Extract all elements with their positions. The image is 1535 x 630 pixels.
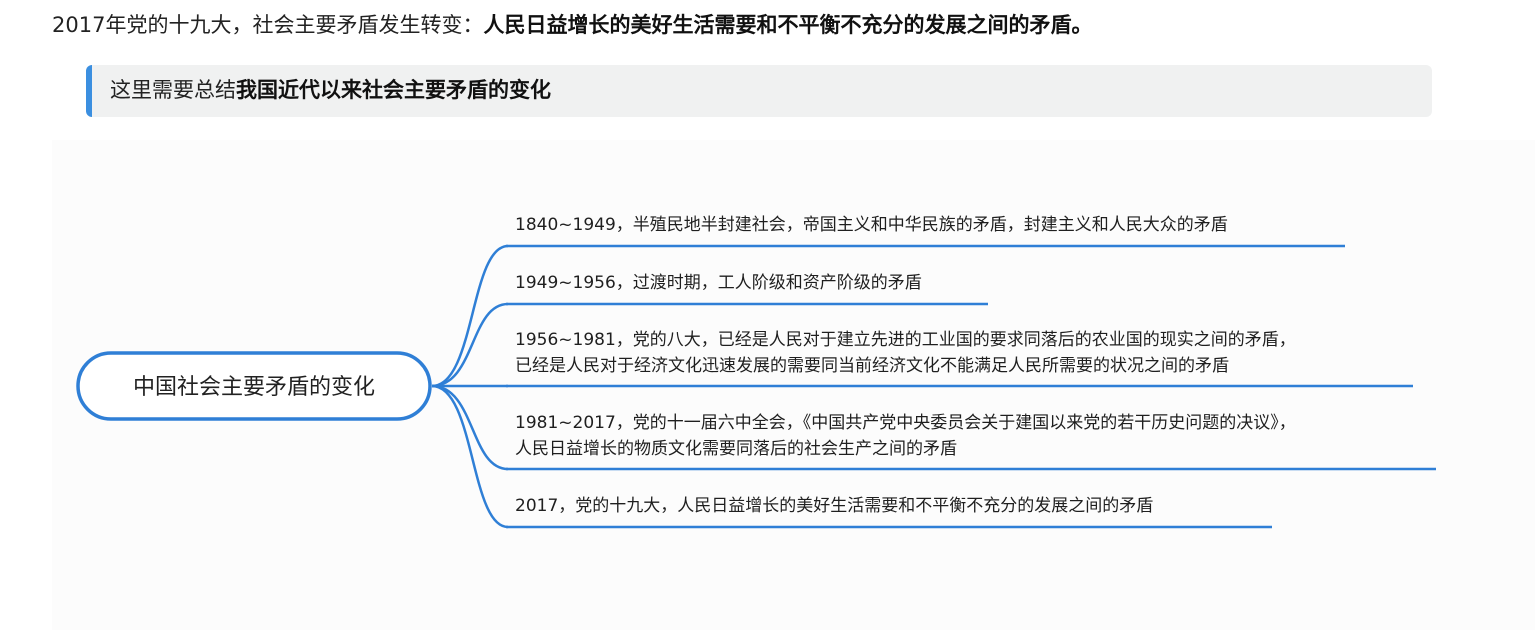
branch-label: 1949~1956，过渡时期，工人阶级和资产阶级的矛盾 — [515, 273, 922, 293]
intro-paragraph: 2017年党的十九大，社会主要矛盾发生转变：人民日益增长的美好生活需要和不平衡不… — [52, 10, 1092, 40]
callout-box: 这里需要总结我国近代以来社会主要矛盾的变化 — [86, 65, 1432, 117]
branch-label: 已经是人民对于经济文化迅速发展的需要同当前经济文化不能满足人民所需要的状况之间的… — [515, 356, 1229, 376]
mindmap-connectors — [431, 244, 509, 529]
branch-connector — [431, 384, 509, 471]
callout-bold: 我国近代以来社会主要矛盾的变化 — [236, 78, 551, 102]
root-node-label: 中国社会主要矛盾的变化 — [133, 375, 375, 400]
mindmap: 1840~1949，半殖民地半封建社会，帝国主义和中华民族的矛盾，封建主义和人民… — [76, 215, 1436, 529]
branch-connector — [431, 244, 509, 388]
callout-plain: 这里需要总结 — [110, 78, 236, 102]
branch-label: 1840~1949，半殖民地半封建社会，帝国主义和中华民族的矛盾，封建主义和人民… — [515, 215, 1228, 235]
branch-label: 1956~1981，党的八大，已经是人民对于建立先进的工业国的要求同落后的农业国… — [515, 330, 1296, 350]
branch-connector — [431, 384, 509, 529]
branch-connector — [431, 302, 509, 388]
callout-text: 这里需要总结我国近代以来社会主要矛盾的变化 — [110, 75, 551, 105]
mindmap-canvas: 1840~1949，半殖民地半封建社会，帝国主义和中华民族的矛盾，封建主义和人民… — [52, 140, 1535, 630]
intro-text: 2017年党的十九大，社会主要矛盾发生转变： — [52, 13, 484, 37]
branch-label: 2017，党的十九大，人民日益增长的美好生活需要和不平衡不充分的发展之间的矛盾 — [515, 496, 1153, 516]
mindmap-branches: 1840~1949，半殖民地半封建社会，帝国主义和中华民族的矛盾，封建主义和人民… — [506, 215, 1436, 529]
intro-bold-text: 人民日益增长的美好生活需要和不平衡不充分的发展之间的矛盾。 — [483, 13, 1093, 37]
branch-label: 人民日益增长的物质文化需要同落后的社会生产之间的矛盾 — [515, 439, 957, 459]
branch-label: 1981~2017，党的十一届六中全会，《中国共产党中央委员会关于建国以来党的若… — [515, 413, 1296, 433]
